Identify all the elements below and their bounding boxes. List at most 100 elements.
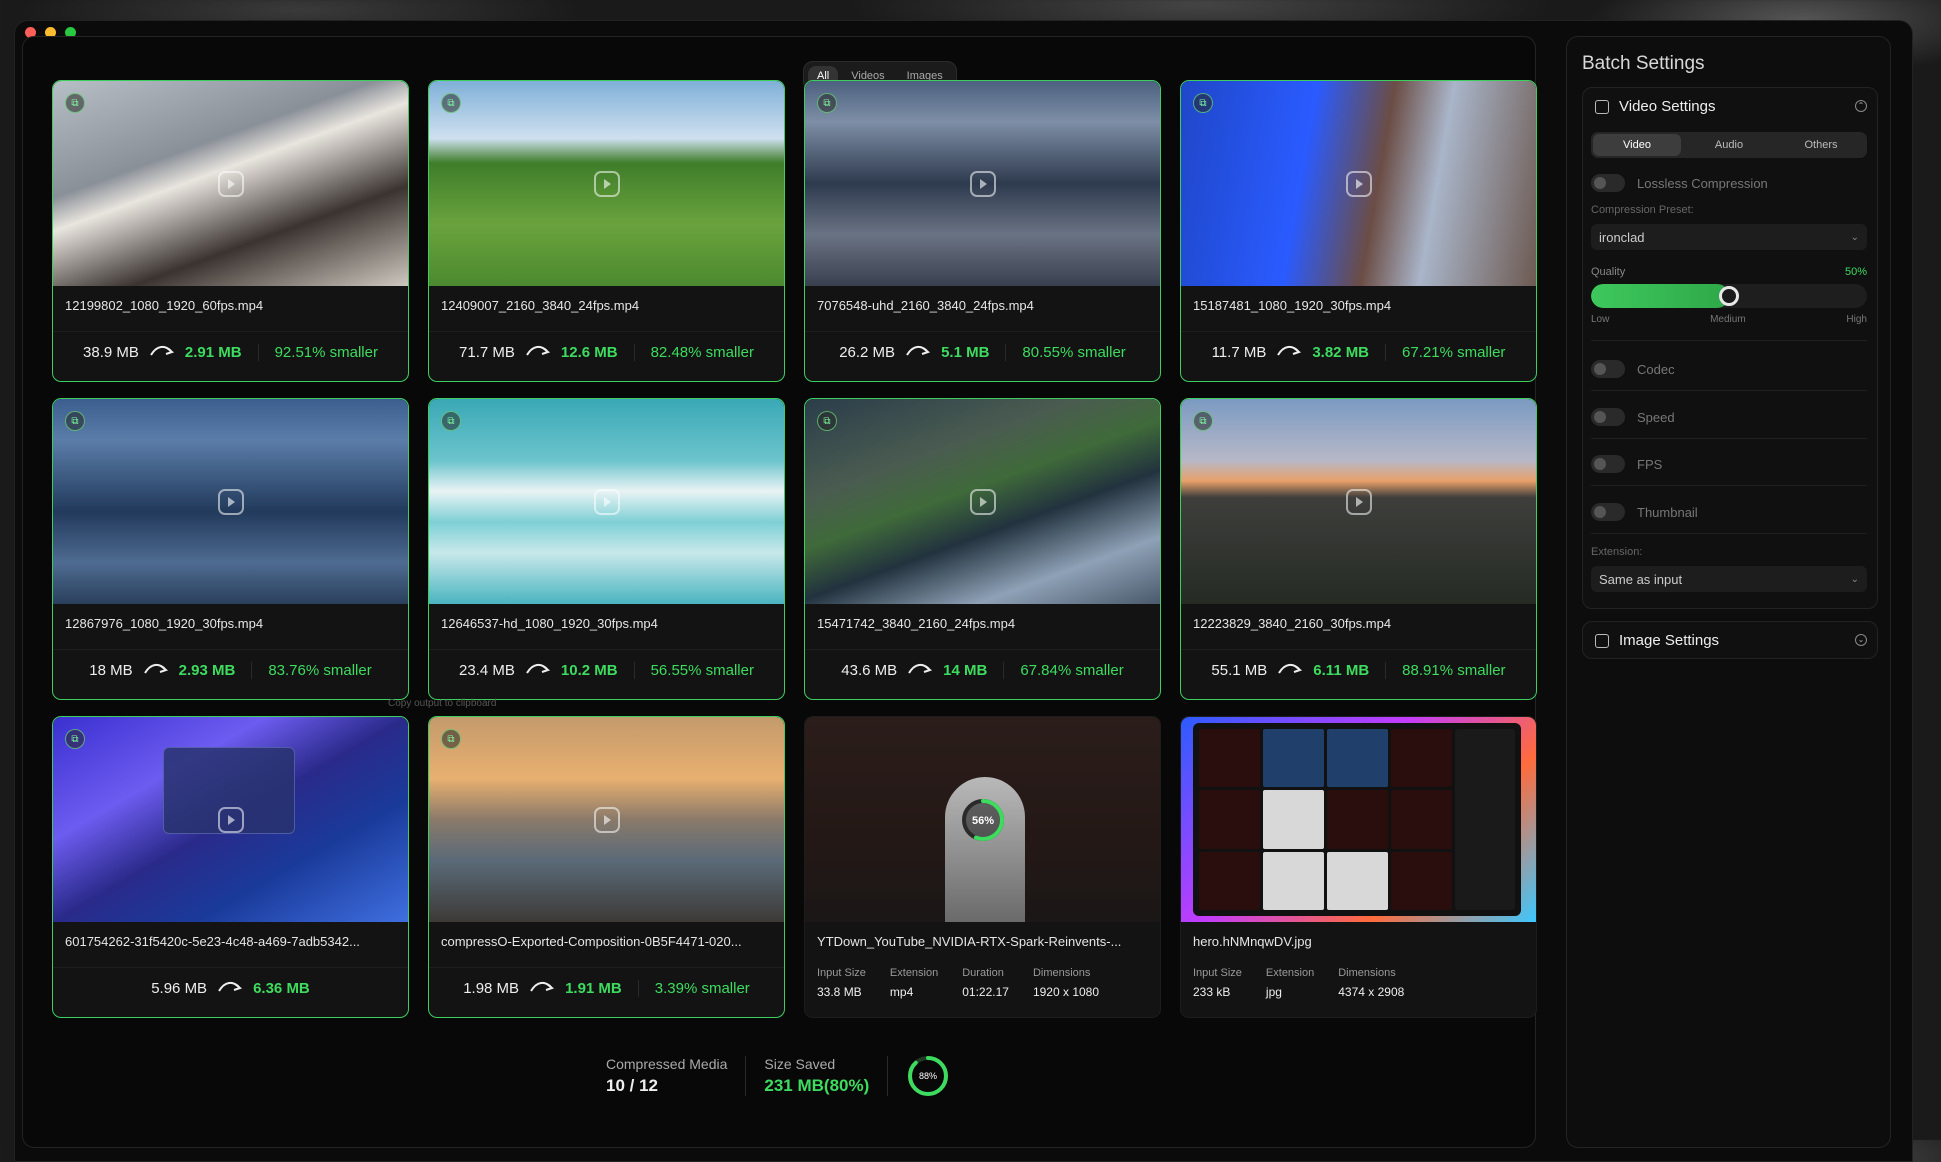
video-thumbnail: ⧉: [805, 399, 1160, 604]
meta-value: mp4: [889, 985, 914, 999]
thumbnail-toggle[interactable]: [1591, 503, 1625, 521]
copy-icon[interactable]: ⧉: [441, 729, 461, 749]
copy-icon[interactable]: ⧉: [1193, 411, 1213, 431]
meta-label: Dimensions: [1032, 967, 1091, 979]
reduction-percent: 83.76% smaller: [251, 661, 372, 679]
compression-stats: 38.9 MB 2.91 MB 92.51% smaller: [53, 331, 408, 372]
chevron-down-icon: ⌄: [1850, 231, 1859, 243]
compression-stats: 43.6 MB 14 MB 67.84% smaller: [805, 649, 1160, 690]
copy-icon[interactable]: ⧉: [441, 93, 461, 113]
tab-audio[interactable]: Audio: [1685, 134, 1773, 156]
thumbnail-row: Thumbnail: [1591, 497, 1867, 527]
play-icon[interactable]: [969, 170, 996, 197]
play-icon[interactable]: [217, 806, 244, 833]
video-thumbnail: ⧉: [53, 81, 408, 286]
chevron-down-icon[interactable]: ⌄: [1855, 634, 1867, 646]
play-icon[interactable]: [1345, 488, 1372, 515]
file-name: 15471742_3840_2160_24fps.mp4: [817, 616, 1016, 631]
arrow-right-icon: [1278, 663, 1303, 674]
input-size: 1.98 MB: [463, 979, 520, 997]
arrow-right-icon: [1277, 345, 1302, 356]
video-settings-icon: [1595, 99, 1609, 114]
media-card[interactable]: ⧉ 12646537-hd_1080_1920_30fps.mp4 23.4 M…: [428, 398, 785, 700]
lossless-compression-toggle[interactable]: [1591, 174, 1625, 192]
copy-icon[interactable]: ⧉: [65, 729, 85, 749]
meta-label: Dimensions: [1338, 967, 1396, 979]
codec-toggle[interactable]: [1591, 360, 1625, 378]
progress-label: 56%: [971, 815, 993, 827]
tab-others[interactable]: Others: [1777, 134, 1865, 156]
quality-slider[interactable]: [1591, 284, 1867, 308]
media-card[interactable]: ⧉ 7076548-uhd_2160_3840_24fps.mp4 26.2 M…: [804, 80, 1161, 382]
media-grid: ⧉ 12199802_1080_1920_60fps.mp4 38.9 MB 2…: [52, 80, 1537, 1020]
media-card[interactable]: ⧉ 12409007_2160_3840_24fps.mp4 71.7 MB 1…: [428, 80, 785, 382]
copy-icon[interactable]: ⧉: [441, 411, 461, 431]
media-card[interactable]: ⧉ 12867976_1080_1920_30fps.mp4 18 MB 2.9…: [52, 398, 409, 700]
compression-stats: 23.4 MB 10.2 MB 56.55% smaller: [429, 649, 784, 690]
slider-handle[interactable]: [1719, 286, 1739, 306]
output-size: 14 MB: [943, 661, 988, 679]
output-size: 3.82 MB: [1312, 343, 1370, 361]
extension-select[interactable]: Same as input ⌄: [1591, 566, 1867, 592]
video-settings-header[interactable]: Video Settings: [1595, 98, 1715, 115]
media-metadata: Input Size 233 kB Extension jpg Dimensions…: [1193, 967, 1404, 999]
play-icon[interactable]: [593, 488, 620, 515]
fps-toggle[interactable]: [1591, 455, 1625, 473]
play-icon[interactable]: [969, 488, 996, 515]
section-title: Video Settings: [1619, 98, 1716, 115]
chevron-up-icon[interactable]: ⌃: [1855, 100, 1867, 112]
media-metadata: Input Size 33.8 MB Extension mp4 Duration 0…: [817, 967, 1099, 999]
play-icon[interactable]: [217, 170, 244, 197]
preset-value: ironclad: [1599, 229, 1645, 245]
media-card[interactable]: ⧉ 601754262-31f5420c-5e23-4c48-a469-7adb…: [52, 716, 409, 1018]
copy-icon[interactable]: ⧉: [65, 93, 85, 113]
media-card[interactable]: ⧉ 12199802_1080_1920_60fps.mp4 38.9 MB 2…: [52, 80, 409, 382]
arrow-right-icon: [908, 663, 933, 674]
slider-fill: [1591, 284, 1729, 308]
speed-toggle[interactable]: [1591, 408, 1625, 426]
input-size: 26.2 MB: [839, 343, 896, 361]
output-size: 12.6 MB: [560, 343, 618, 361]
media-card[interactable]: ⧉ 15187481_1080_1920_30fps.mp4 11.7 MB 3…: [1180, 80, 1537, 382]
file-name: 12409007_2160_3840_24fps.mp4: [441, 298, 640, 313]
meta-value: 33.8 MB: [817, 985, 862, 999]
tab-video[interactable]: Video: [1593, 134, 1681, 156]
copy-icon[interactable]: ⧉: [1193, 93, 1213, 113]
media-card[interactable]: ⧉ compressO-Exported-Composition-0B5F447…: [428, 716, 785, 1018]
image-settings-header[interactable]: Image Settings: [1595, 632, 1719, 649]
play-icon[interactable]: [217, 488, 244, 515]
divider: [745, 1056, 747, 1096]
divider: [1591, 533, 1867, 534]
reduction-percent: 88.91% smaller: [1385, 661, 1506, 679]
media-card-pending[interactable]: hero.hNMnqwDV.jpg Input Size 233 kB Exten…: [1180, 716, 1537, 1018]
quality-header: Quality 50%: [1591, 266, 1867, 278]
video-thumbnail: ⧉: [429, 717, 784, 922]
play-icon[interactable]: [1345, 170, 1372, 197]
arrow-right-icon: [906, 345, 931, 356]
video-thumbnail: 56%: [805, 717, 1160, 922]
output-size: 6.11 MB: [1313, 661, 1370, 679]
reduction-percent: 82.48% smaller: [633, 343, 754, 361]
reduction-percent: 3.39% smaller: [637, 979, 750, 997]
play-icon[interactable]: [593, 806, 620, 833]
media-card[interactable]: ⧉ 15471742_3840_2160_24fps.mp4 43.6 MB 1…: [804, 398, 1161, 700]
image-settings-section[interactable]: Image Settings ⌄: [1582, 621, 1878, 659]
copy-icon[interactable]: ⧉: [817, 411, 837, 431]
compression-preset-select[interactable]: ironclad ⌄: [1591, 224, 1867, 250]
size-saved-label: Size Saved: [764, 1056, 836, 1072]
output-size: 2.93 MB: [178, 661, 236, 679]
media-card[interactable]: ⧉ 12223829_3840_2160_30fps.mp4 55.1 MB 6…: [1180, 398, 1537, 700]
progress-ring: 56%: [961, 798, 1004, 841]
compression-stats: 1.98 MB 1.91 MB 3.39% smaller: [429, 967, 784, 1008]
video-thumbnail: ⧉: [1181, 399, 1536, 604]
copy-icon[interactable]: ⧉: [65, 411, 85, 431]
reduction-percent: 67.84% smaller: [1003, 661, 1124, 679]
media-card-in-progress[interactable]: 56% YTDown_YouTube_NVIDIA-RTX-Spark-Rein…: [804, 716, 1161, 1018]
copy-icon[interactable]: ⧉: [817, 93, 837, 113]
fps-row: FPS: [1591, 449, 1867, 479]
file-name: 601754262-31f5420c-5e23-4c48-a469-7adb53…: [65, 934, 360, 949]
video-thumbnail: ⧉: [1181, 81, 1536, 286]
arrow-right-icon: [530, 981, 555, 992]
play-icon[interactable]: [593, 170, 620, 197]
file-name: YTDown_YouTube_NVIDIA-RTX-Spark-Reinvent…: [817, 934, 1122, 949]
